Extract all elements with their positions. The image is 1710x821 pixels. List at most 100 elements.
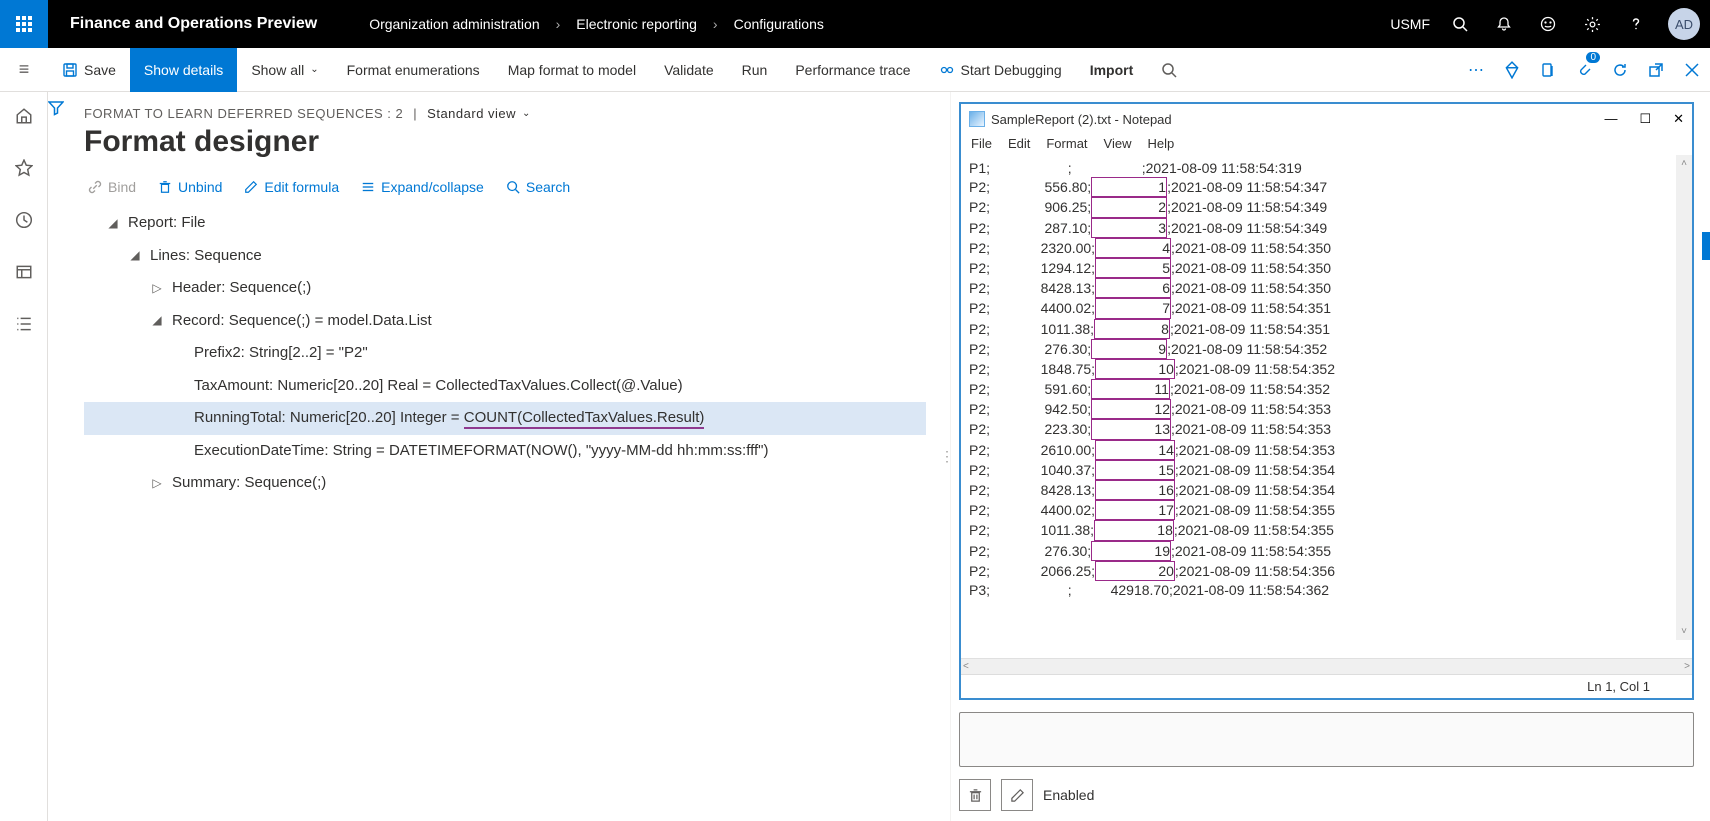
breadcrumb-item[interactable]: Electronic reporting [576, 16, 697, 32]
more-icon[interactable]: ⋯ [1458, 48, 1494, 92]
tree-node-report[interactable]: ◢Report: File [84, 207, 926, 240]
pencil-icon [244, 180, 258, 194]
link-icon [88, 180, 102, 194]
tree-node-runningtotal[interactable]: RunningTotal: Numeric[20..20] Integer = … [84, 402, 926, 435]
collapse-icon[interactable]: ◢ [128, 244, 142, 267]
home-icon[interactable] [8, 100, 40, 132]
side-panel-indicator[interactable] [1702, 232, 1710, 260]
notepad-body[interactable]: P1; ; ;2021-08-09 11:58:54:319P2; 556.80… [961, 155, 1692, 658]
attach-icon[interactable] [1530, 48, 1566, 92]
minimize-icon[interactable]: — [1604, 111, 1617, 127]
menu-help[interactable]: Help [1147, 136, 1174, 151]
notepad-line: P2; 1848.75; 10;2021-08-09 11:58:54:352 [969, 359, 1684, 379]
tree-node-summary[interactable]: ▷Summary: Sequence(;) [84, 467, 926, 500]
notepad-line: P2; 276.30; 19;2021-08-09 11:58:54:355 [969, 541, 1684, 561]
edit-formula-button[interactable]: Edit formula [244, 179, 339, 195]
bind-button[interactable]: Bind [88, 179, 136, 195]
close-icon[interactable] [1674, 48, 1710, 92]
maximize-icon[interactable]: ☐ [1639, 111, 1651, 127]
refresh-icon[interactable] [1602, 48, 1638, 92]
save-label: Save [84, 62, 116, 78]
legal-entity-label[interactable]: USMF [1390, 16, 1430, 32]
show-details-button[interactable]: Show details [130, 48, 237, 92]
tree-node-prefix2[interactable]: Prefix2: String[2..2] = "P2" [84, 337, 926, 370]
menu-format[interactable]: Format [1046, 136, 1087, 151]
right-pane: SampleReport (2).txt - Notepad — ☐ ✕ Fil… [950, 92, 1710, 821]
notepad-line: P2; 4400.02; 17;2021-08-09 11:58:54:355 [969, 500, 1684, 520]
view-selector[interactable]: Standard view⌄ [427, 106, 531, 121]
unbind-button[interactable]: Unbind [158, 179, 222, 195]
collapse-icon[interactable]: ◢ [150, 309, 164, 332]
notepad-titlebar[interactable]: SampleReport (2).txt - Notepad — ☐ ✕ [961, 104, 1692, 134]
description-box[interactable] [959, 712, 1694, 767]
attachments-count-icon[interactable] [1566, 48, 1602, 92]
notepad-statusbar: Ln 1, Col 1 [961, 674, 1692, 698]
notepad-line: P1; ; ;2021-08-09 11:58:54:319 [969, 159, 1684, 177]
scrollbar-horizontal[interactable]: ˂˃ [961, 658, 1692, 674]
workspace-icon[interactable] [8, 256, 40, 288]
left-rail [0, 92, 48, 821]
map-format-button[interactable]: Map format to model [494, 48, 650, 92]
page-title: Format designer [84, 125, 926, 159]
notepad-line: P2; 906.25; 2;2021-08-09 11:58:54:349 [969, 197, 1684, 217]
delete-button[interactable] [959, 779, 991, 811]
tree-node-executiondatetime[interactable]: ExecutionDateTime: String = DATETIMEFORM… [84, 435, 926, 468]
star-icon[interactable] [8, 152, 40, 184]
close-icon[interactable]: ✕ [1673, 111, 1684, 127]
diamond-icon[interactable] [1494, 48, 1530, 92]
recent-icon[interactable] [8, 204, 40, 236]
import-button[interactable]: Import [1076, 48, 1148, 92]
tree-search-button[interactable]: Search [506, 179, 570, 195]
notepad-line: P2; 1011.38; 18;2021-08-09 11:58:54:355 [969, 520, 1684, 540]
breadcrumb-item[interactable]: Organization administration [369, 16, 539, 32]
tree-node-header[interactable]: ▷Header: Sequence(;) [84, 272, 926, 305]
expand-icon[interactable]: ▷ [150, 472, 164, 495]
action-search-button[interactable] [1147, 48, 1191, 92]
validate-button[interactable]: Validate [650, 48, 728, 92]
expand-collapse-button[interactable]: Expand/collapse [361, 179, 484, 195]
notepad-line: P2; 2320.00; 4;2021-08-09 11:58:54:350 [969, 238, 1684, 258]
chevron-down-icon: ⌄ [522, 108, 531, 119]
smiley-icon[interactable] [1530, 0, 1566, 48]
tree-node-taxamount[interactable]: TaxAmount: Numeric[20..20] Real = Collec… [84, 370, 926, 403]
breadcrumb-item[interactable]: Configurations [734, 16, 824, 32]
filter-icon[interactable] [48, 100, 84, 116]
notepad-line: P2; 223.30; 13;2021-08-09 11:58:54:353 [969, 419, 1684, 439]
breadcrumb: Organization administration › Electronic… [339, 16, 824, 32]
notepad-line: P2; 1011.38; 8;2021-08-09 11:58:54:351 [969, 319, 1684, 339]
popout-icon[interactable] [1638, 48, 1674, 92]
modules-icon[interactable] [8, 308, 40, 340]
app-launcher-button[interactable] [0, 0, 48, 48]
topbar: Finance and Operations Preview Organizat… [0, 0, 1710, 48]
cursor-position: Ln 1, Col 1 [1587, 679, 1680, 694]
debug-icon [939, 62, 955, 78]
notepad-line: P2; 1040.37; 15;2021-08-09 11:58:54:354 [969, 460, 1684, 480]
menu-view[interactable]: View [1104, 136, 1132, 151]
format-enumerations-button[interactable]: Format enumerations [333, 48, 494, 92]
config-crumb: FORMAT TO LEARN DEFERRED SEQUENCES : 2 [84, 106, 403, 121]
notepad-menu: File Edit Format View Help [961, 134, 1692, 155]
expand-icon[interactable]: ▷ [150, 277, 164, 300]
save-button[interactable]: Save [48, 48, 130, 92]
notepad-line: P2; 4400.02; 7;2021-08-09 11:58:54:351 [969, 298, 1684, 318]
menu-edit[interactable]: Edit [1008, 136, 1030, 151]
run-button[interactable]: Run [728, 48, 782, 92]
gear-icon[interactable] [1574, 0, 1610, 48]
nav-toggle-button[interactable]: ≡ [0, 59, 48, 80]
performance-trace-button[interactable]: Performance trace [781, 48, 924, 92]
show-all-button[interactable]: Show all⌄ [237, 48, 332, 92]
main-area: FORMAT TO LEARN DEFERRED SEQUENCES : 2 |… [48, 92, 1710, 821]
help-icon[interactable] [1618, 0, 1654, 48]
collapse-icon[interactable]: ◢ [106, 212, 120, 235]
edit-button[interactable] [1001, 779, 1033, 811]
search-icon[interactable] [1442, 0, 1478, 48]
start-debugging-button[interactable]: Start Debugging [925, 48, 1076, 92]
menu-file[interactable]: File [971, 136, 992, 151]
tree-node-record[interactable]: ◢Record: Sequence(;) = model.Data.List [84, 305, 926, 338]
enabled-label: Enabled [1043, 787, 1094, 803]
bell-icon[interactable] [1486, 0, 1522, 48]
tree-node-lines[interactable]: ◢Lines: Sequence [84, 240, 926, 273]
notepad-line: P2; 556.80; 1;2021-08-09 11:58:54:347 [969, 177, 1684, 197]
scrollbar-vertical[interactable]: ˄˅ [1676, 155, 1692, 640]
avatar[interactable]: AD [1668, 8, 1700, 40]
